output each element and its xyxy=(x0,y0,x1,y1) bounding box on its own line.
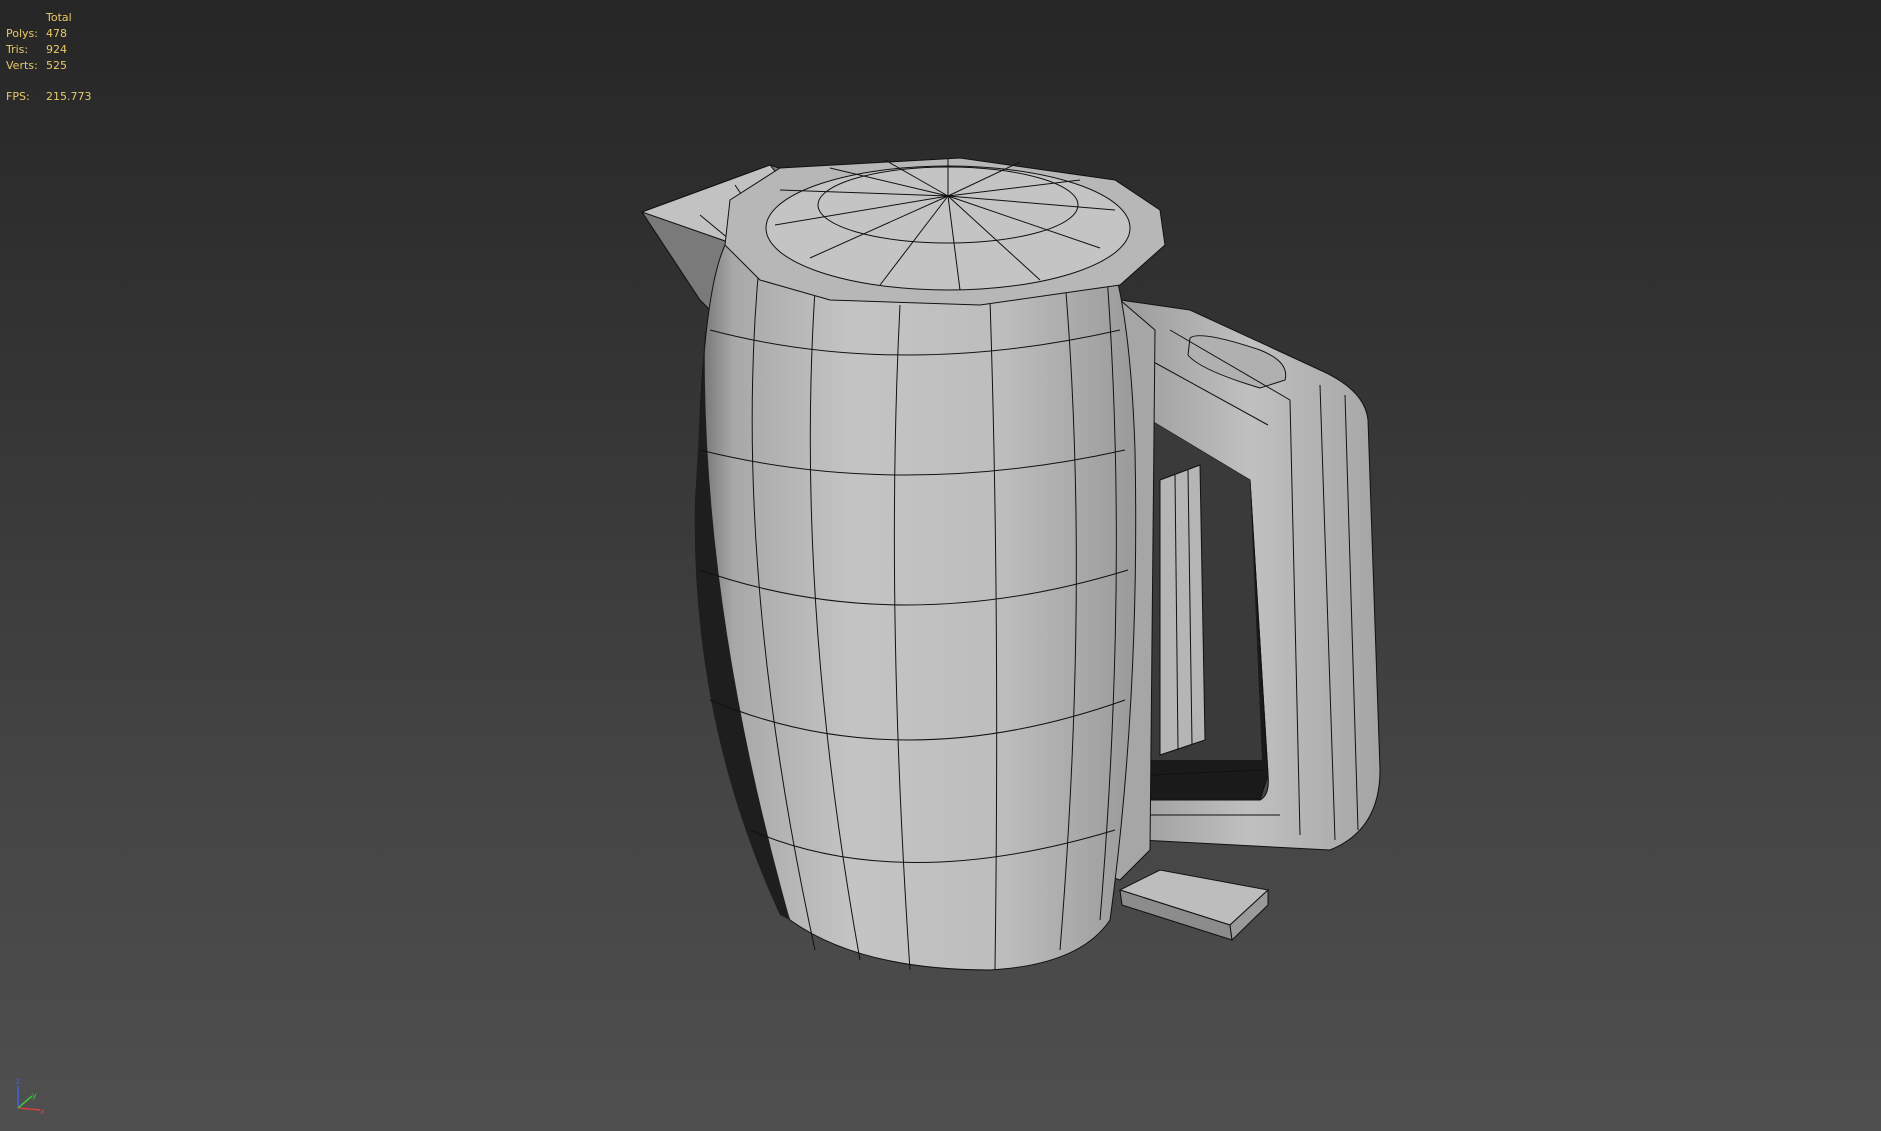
switch-lever xyxy=(1118,869,1270,942)
kettle-body xyxy=(694,239,1137,971)
3d-viewport[interactable]: Total Polys: 478 Tris: 924 Verts: 525 FPS: 2… xyxy=(0,0,1881,1131)
axis-y-label: y xyxy=(32,1091,37,1100)
kettle-lid xyxy=(724,157,1166,306)
kettle-model[interactable] xyxy=(0,0,1881,1131)
axis-z-label: z xyxy=(16,1077,20,1086)
axis-x-label: x xyxy=(40,1107,45,1116)
axis-gizmo: z y x xyxy=(16,1077,45,1116)
